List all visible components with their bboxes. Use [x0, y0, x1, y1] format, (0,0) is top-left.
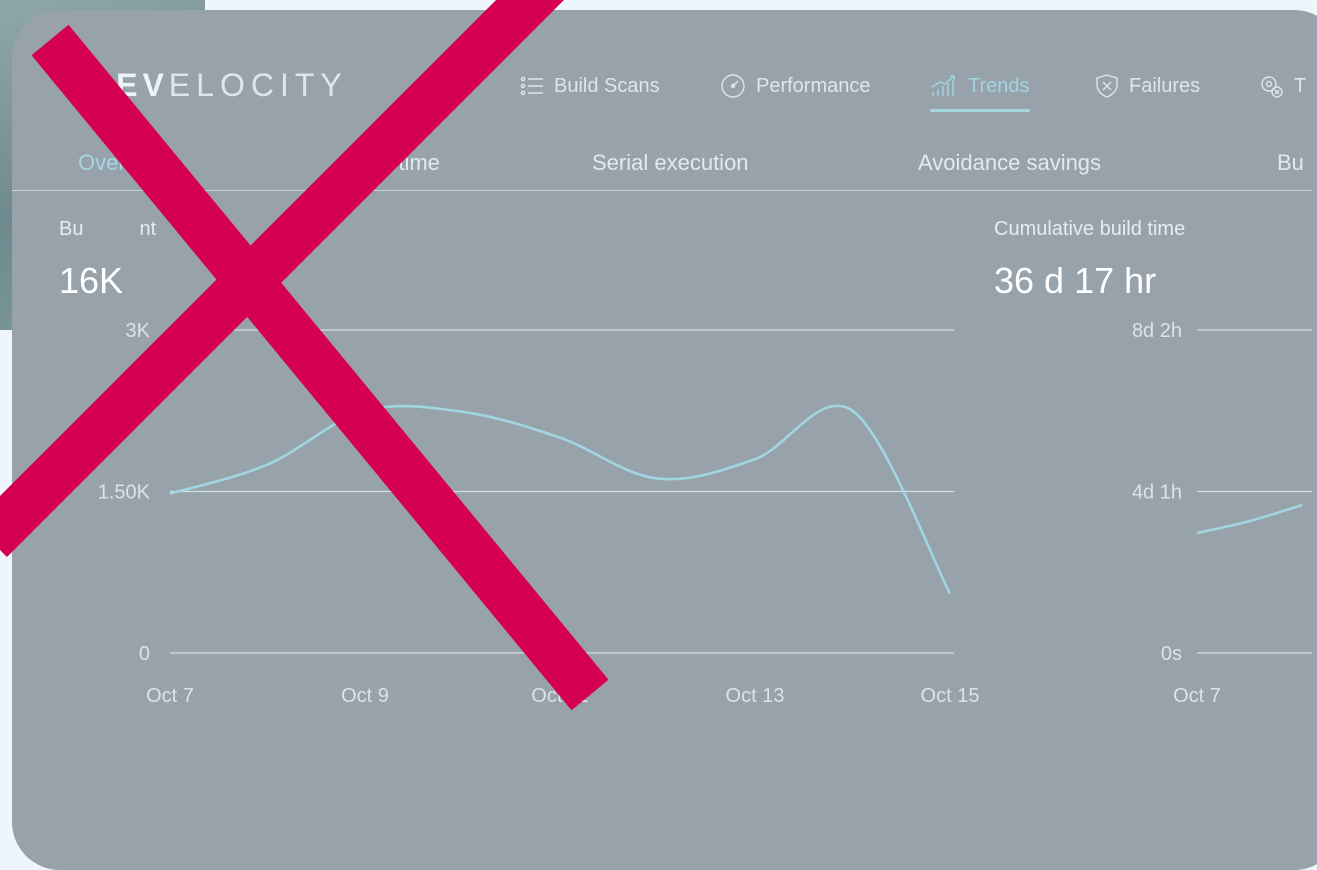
cumulative-y-tick-label: 0s: [1161, 643, 1182, 665]
cumulative-y-tick-label: 8d 2h: [1132, 320, 1182, 342]
cumulative-x-tick-label: Oct 7: [1173, 685, 1221, 707]
cumulative-series-line: [1196, 503, 1303, 535]
dashboard-card: DEVELOCITY Build Scans Performance Trend…: [12, 10, 1317, 870]
cumulative-build-time-chart: 0s 4d 1h 8d 2h Oct 7: [1132, 320, 1312, 707]
cumulative-y-tick-label: 4d 1h: [1132, 482, 1182, 504]
